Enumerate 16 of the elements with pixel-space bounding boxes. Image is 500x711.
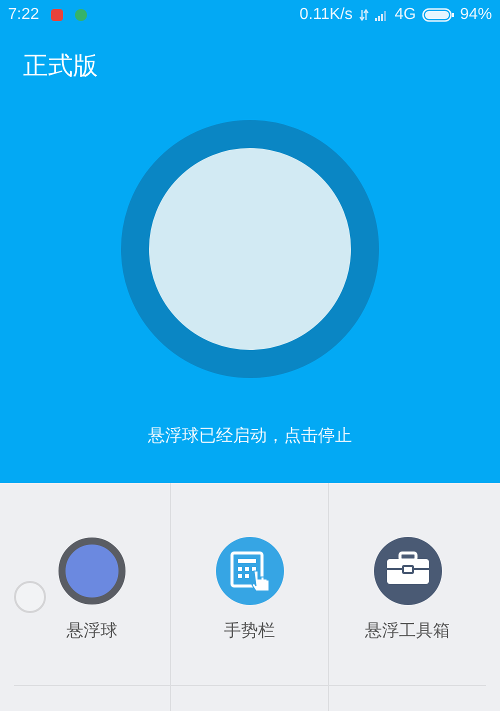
app-notification-icon (51, 9, 64, 21)
battery-icon (422, 8, 454, 22)
tile-label[interactable]: 手势栏 (224, 619, 275, 642)
calculator-hand-icon[interactable] (216, 537, 284, 605)
status-time: 7:22 (8, 6, 40, 24)
app-notification-icon (75, 9, 88, 21)
app-title: 正式版 (23, 50, 98, 82)
battery-level: 94% (460, 6, 492, 24)
network-type: 4G (394, 6, 416, 24)
toolbox-icon[interactable] (374, 537, 442, 605)
ball-icon[interactable] (58, 537, 126, 605)
data-transfer-icon (358, 9, 369, 21)
tile-label[interactable]: 悬浮球 (66, 619, 118, 642)
tile-label[interactable]: 悬浮工具箱 (365, 619, 450, 642)
signal-icon (374, 9, 389, 21)
network-speed: 0.11K/s (300, 6, 353, 24)
